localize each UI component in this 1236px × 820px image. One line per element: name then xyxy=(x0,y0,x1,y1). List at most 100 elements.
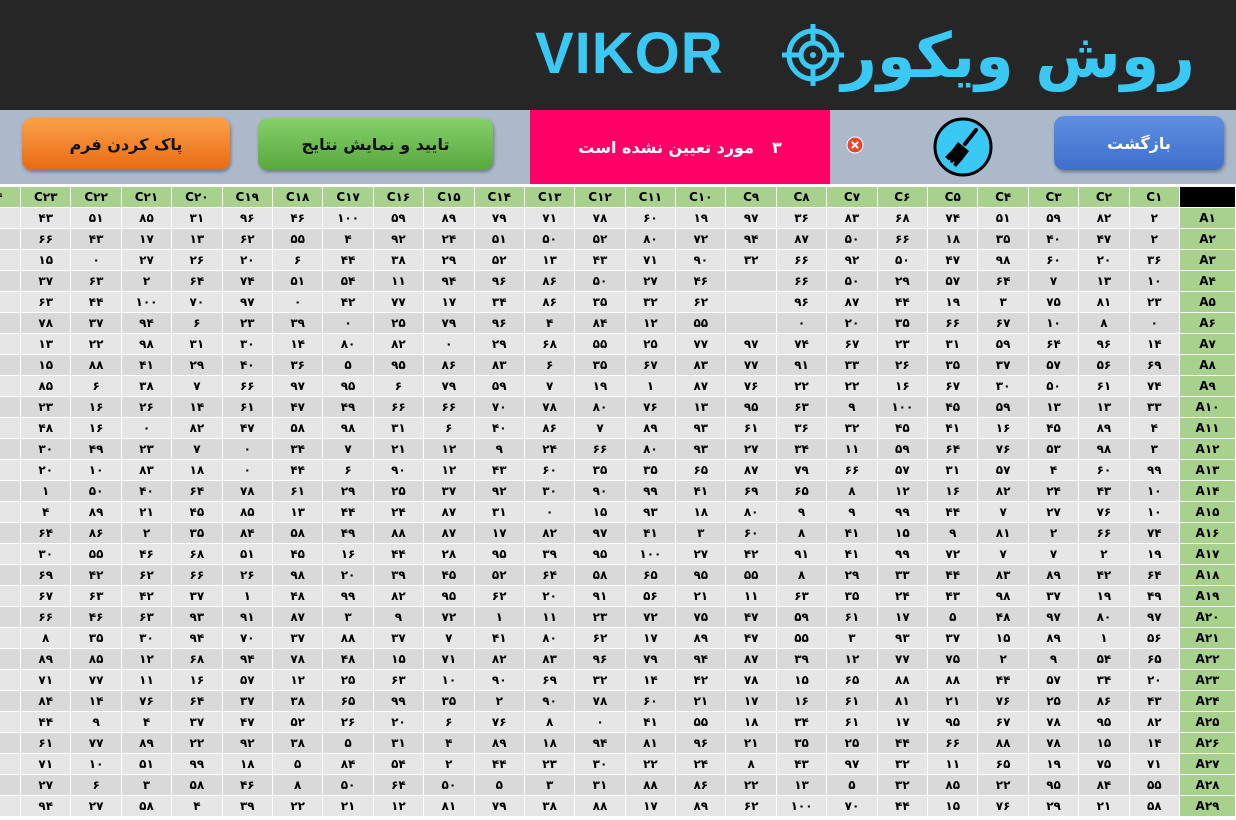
matrix-cell[interactable]: ۱۲ xyxy=(423,459,475,481)
matrix-cell[interactable]: ۲۷ xyxy=(20,774,72,796)
matrix-cell[interactable]: ۴۶ xyxy=(120,543,173,565)
matrix-cell[interactable]: ۰ xyxy=(221,438,273,460)
matrix-cell[interactable]: ۷۸ xyxy=(523,396,576,418)
matrix-cell[interactable]: ۸۵ xyxy=(221,501,273,523)
matrix-cell[interactable]: ۶۵ xyxy=(624,564,677,586)
matrix-cell[interactable]: ۸ xyxy=(0,480,22,502)
matrix-cell[interactable]: ۳۲ xyxy=(876,753,929,775)
matrix-cell[interactable]: ۷ xyxy=(171,375,223,397)
matrix-cell[interactable]: ۱۴ xyxy=(271,333,324,355)
matrix-cell[interactable]: ۹۶ xyxy=(675,732,727,754)
matrix-cell[interactable]: ۹۳ xyxy=(876,627,929,649)
matrix-cell[interactable]: ۴۹ xyxy=(322,522,374,544)
matrix-cell[interactable]: ۶۶ xyxy=(20,606,72,628)
matrix-cell[interactable]: ۸۲ xyxy=(171,417,223,439)
matrix-cell[interactable]: ۶۱ xyxy=(826,690,878,712)
matrix-cell[interactable]: ۲۶ xyxy=(221,564,273,586)
matrix-cell[interactable]: ۹۳ xyxy=(171,606,223,628)
matrix-cell[interactable]: ۳۰ xyxy=(221,333,273,355)
matrix-cell[interactable]: ۷۴ xyxy=(927,207,979,229)
matrix-cell[interactable]: ۴۳ xyxy=(20,207,72,229)
matrix-cell[interactable]: ۵۰ xyxy=(876,249,929,271)
matrix-cell[interactable]: ۵۵ xyxy=(574,333,626,355)
matrix-cell[interactable]: ۱۷ xyxy=(120,228,173,250)
matrix-cell[interactable]: ۶۶ xyxy=(221,375,273,397)
matrix-cell[interactable]: ۹۵ xyxy=(473,543,525,565)
matrix-cell[interactable]: ۵۱ xyxy=(271,270,324,292)
matrix-cell[interactable]: ۹۹ xyxy=(322,585,374,607)
matrix-cell[interactable]: ۱۲ xyxy=(624,312,677,334)
matrix-cell[interactable]: ۹۸ xyxy=(977,249,1029,271)
matrix-cell[interactable]: ۴۷ xyxy=(271,396,324,418)
matrix-cell[interactable]: ۹ xyxy=(826,396,878,418)
matrix-cell[interactable]: ۶ xyxy=(423,711,475,733)
matrix-cell[interactable]: ۱۰۰ xyxy=(876,396,929,418)
matrix-cell[interactable]: ۷۹ xyxy=(473,795,525,817)
matrix-cell[interactable]: ۶ xyxy=(271,249,324,271)
matrix-cell[interactable]: ۱ xyxy=(1078,627,1130,649)
matrix-cell[interactable]: ۸۰ xyxy=(725,501,777,523)
matrix-cell[interactable]: ۵۷ xyxy=(876,459,929,481)
matrix-cell[interactable]: ۳۷ xyxy=(423,480,475,502)
matrix-cell[interactable]: ۳۹ xyxy=(372,564,425,586)
matrix-cell[interactable]: ۳ xyxy=(1128,438,1181,460)
matrix-cell[interactable]: ۳۳ xyxy=(1128,396,1181,418)
matrix-cell[interactable]: ۳ xyxy=(0,417,22,439)
matrix-cell[interactable]: ۳۹ xyxy=(523,543,576,565)
matrix-cell[interactable]: ۶۶ xyxy=(20,228,72,250)
matrix-cell[interactable]: ۹۹ xyxy=(876,543,929,565)
matrix-cell[interactable]: ۸ xyxy=(775,522,828,544)
matrix-cell[interactable]: ۲۴ xyxy=(372,501,425,523)
matrix-cell[interactable]: ۹۶ xyxy=(221,207,273,229)
matrix-cell[interactable]: ۸ xyxy=(775,564,828,586)
matrix-cell[interactable]: ۵۷ xyxy=(1027,669,1080,691)
matrix-cell[interactable]: ۲۰ xyxy=(372,711,425,733)
matrix-cell[interactable]: ۸ xyxy=(725,753,777,775)
matrix-cell[interactable]: ۵۴ xyxy=(372,753,425,775)
matrix-cell[interactable]: ۸۹ xyxy=(20,648,72,670)
matrix-cell[interactable]: ۴۸ xyxy=(977,606,1029,628)
matrix-cell[interactable]: ۱۶ xyxy=(876,375,929,397)
matrix-cell[interactable]: ۸۴ xyxy=(574,312,626,334)
matrix-cell[interactable]: ۴۴ xyxy=(876,291,929,313)
matrix-cell[interactable]: ۵۲ xyxy=(271,711,324,733)
matrix-cell[interactable]: ۶۸ xyxy=(523,333,576,355)
matrix-cell[interactable]: ۲۲ xyxy=(826,375,878,397)
matrix-cell[interactable]: ۳۸ xyxy=(120,375,173,397)
matrix-cell[interactable]: ۴۳ xyxy=(574,249,626,271)
matrix-cell[interactable]: ۴ xyxy=(20,501,72,523)
matrix-cell[interactable]: ۱۰۰ xyxy=(775,795,828,817)
matrix-cell[interactable]: ۱۳ xyxy=(1078,396,1130,418)
matrix-cell[interactable]: ۲۳ xyxy=(876,333,929,355)
matrix-cell[interactable]: ۳۸ xyxy=(271,732,324,754)
matrix-cell[interactable]: ۸۰ xyxy=(523,627,576,649)
matrix-cell[interactable]: ۵ xyxy=(322,732,374,754)
matrix-cell[interactable]: ۹۱ xyxy=(221,606,273,628)
matrix-cell[interactable]: ۹۲ xyxy=(826,249,878,271)
matrix-cell[interactable]: ۱ xyxy=(20,480,72,502)
matrix-cell[interactable]: ۷۵ xyxy=(1027,291,1080,313)
matrix-cell[interactable]: ۶۳ xyxy=(70,270,122,292)
matrix-cell[interactable]: ۴ xyxy=(1027,459,1080,481)
matrix-cell[interactable]: ۱۴ xyxy=(1128,732,1181,754)
matrix-cell[interactable]: ۹۳ xyxy=(675,438,727,460)
matrix-cell[interactable]: ۳۶ xyxy=(1128,249,1181,271)
matrix-cell[interactable]: ۷۶ xyxy=(725,375,777,397)
matrix-cell[interactable]: ۳۰ xyxy=(523,480,576,502)
matrix-cell[interactable]: ۸۲ xyxy=(473,648,525,670)
matrix-cell[interactable]: ۵۸ xyxy=(1128,795,1181,817)
matrix-cell[interactable]: ۶۹ xyxy=(523,669,576,691)
matrix-cell[interactable]: ۵ xyxy=(0,690,22,712)
matrix-cell[interactable]: ۷۰ xyxy=(826,795,878,817)
matrix-cell[interactable]: ۱۸ xyxy=(221,753,273,775)
matrix-cell[interactable]: ۸۹ xyxy=(1027,564,1080,586)
matrix-cell[interactable]: ۴۳ xyxy=(70,228,122,250)
matrix-cell[interactable]: ۰ xyxy=(423,333,475,355)
matrix-cell[interactable]: ۱۲ xyxy=(423,438,475,460)
matrix-cell[interactable]: ۱۲ xyxy=(372,795,425,817)
matrix-cell[interactable]: ۱۳ xyxy=(1027,396,1080,418)
matrix-cell[interactable]: ۲۲ xyxy=(775,375,828,397)
matrix-cell[interactable]: ۵۵ xyxy=(271,228,324,250)
matrix-cell[interactable]: ۱۰ xyxy=(70,753,122,775)
matrix-cell[interactable]: ۷۲ xyxy=(624,606,677,628)
